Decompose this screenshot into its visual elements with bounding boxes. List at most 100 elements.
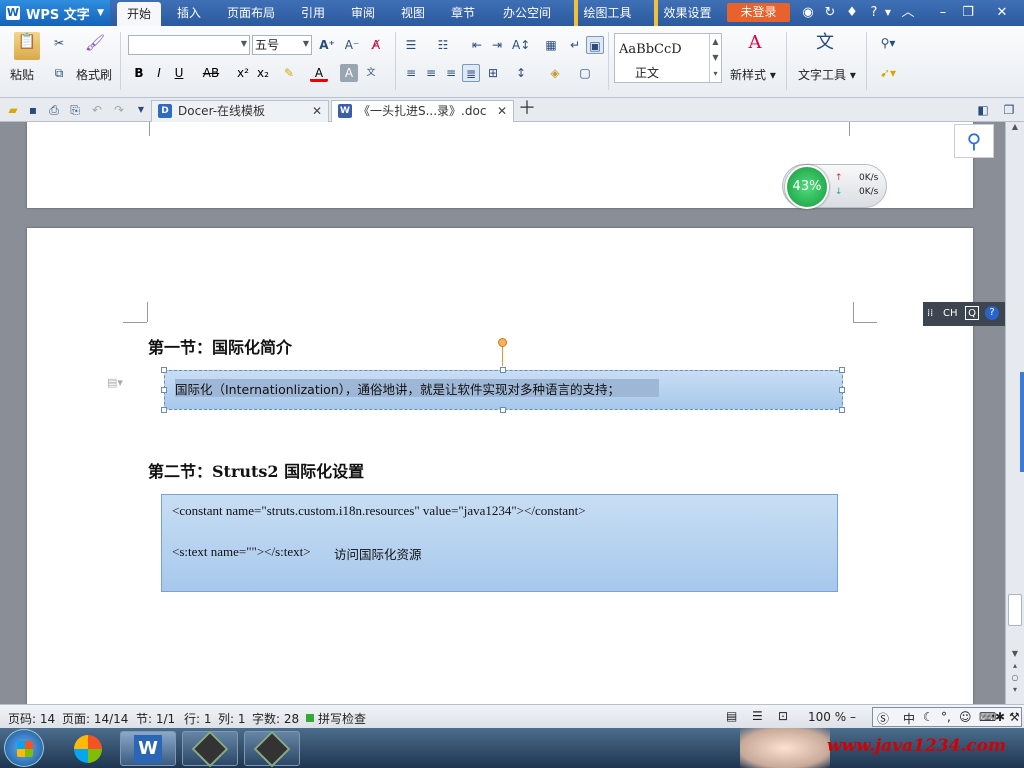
ime-mode-icon[interactable]: Q bbox=[965, 306, 979, 320]
undo-icon[interactable]: ↶ bbox=[88, 101, 106, 119]
skin-icon[interactable]: ♦ bbox=[844, 5, 860, 21]
paragraph-menu-icon[interactable]: ▤▾ bbox=[107, 376, 123, 389]
new-style-icon[interactable]: A bbox=[742, 34, 768, 60]
show-layout-icon[interactable]: ▣ bbox=[586, 36, 604, 54]
tab-view[interactable]: 视图 bbox=[396, 0, 430, 26]
new-tab-icon[interactable]: ＋ bbox=[518, 100, 536, 118]
print-icon[interactable]: ⎙ bbox=[45, 101, 63, 119]
web-view-icon[interactable]: ⊡ bbox=[778, 709, 788, 723]
decrease-indent-icon[interactable]: ⇤ bbox=[468, 36, 486, 54]
moon-icon[interactable]: ☾ bbox=[923, 710, 934, 724]
bold-icon[interactable]: B bbox=[130, 64, 148, 82]
collapse-ribbon-icon[interactable]: ︿ bbox=[900, 5, 916, 21]
tab-office-space[interactable]: 办公空间 bbox=[497, 0, 557, 26]
phonetic-icon[interactable]: 文 bbox=[362, 64, 380, 82]
start-button[interactable] bbox=[4, 729, 44, 767]
ime-language[interactable]: CH bbox=[943, 308, 958, 319]
bullet-list-icon[interactable]: ☰ bbox=[402, 36, 420, 54]
tab-list-icon[interactable]: ◧ bbox=[974, 101, 992, 119]
restore-tab-icon[interactable]: ❐ bbox=[1000, 101, 1018, 119]
wrench-icon[interactable]: ⚒ bbox=[1009, 710, 1020, 724]
print-preview-icon[interactable]: ⎘ bbox=[66, 101, 84, 119]
ime-toolbar[interactable]: ⁞⁞ CH Q ? bbox=[923, 302, 1005, 326]
open-icon[interactable]: ▰ bbox=[4, 101, 22, 119]
punctuation-icon[interactable]: °, bbox=[941, 710, 951, 724]
style-normal[interactable]: 正文 bbox=[635, 64, 659, 81]
resize-handle[interactable] bbox=[839, 387, 845, 393]
distribute-icon[interactable]: ⊞ bbox=[484, 64, 502, 82]
chevron-down-icon[interactable]: ▼ bbox=[880, 5, 896, 21]
login-button[interactable]: 未登录 bbox=[727, 3, 790, 22]
resize-handle[interactable] bbox=[839, 367, 845, 373]
highlight-icon[interactable]: ✎ bbox=[280, 64, 298, 82]
tab-review[interactable]: 审阅 bbox=[345, 0, 381, 26]
page-view-icon[interactable]: ▤ bbox=[726, 709, 737, 723]
resize-handle[interactable] bbox=[161, 387, 167, 393]
border-icon[interactable]: ▢ bbox=[576, 64, 594, 82]
tab-effect-settings[interactable]: 效果设置 bbox=[654, 0, 714, 26]
ime-chinese-icon[interactable]: 中 bbox=[903, 710, 915, 727]
tab-document[interactable]: W 《一头扎进S...录》.doc ✕ bbox=[331, 100, 514, 122]
zoom-out-icon[interactable]: – bbox=[850, 710, 856, 724]
spell-check-button[interactable]: 拼写检查 bbox=[318, 710, 366, 727]
style-gallery[interactable]: AaBbCcDc 正文 ▲▼▾ bbox=[614, 33, 722, 83]
redo-icon[interactable]: ↷ bbox=[110, 101, 128, 119]
format-painter-icon[interactable]: 🖌 bbox=[84, 34, 106, 56]
app-menu-button[interactable]: W WPS 文字 ▼ bbox=[0, 0, 110, 26]
font-name-select[interactable]: ▼ bbox=[128, 35, 250, 55]
vertical-scrollbar[interactable]: ▲ ▼ ▴ ○ ▾ bbox=[1005, 122, 1024, 704]
text-tool-icon[interactable]: 文 bbox=[812, 34, 838, 60]
outline-view-icon[interactable]: ☰ bbox=[752, 709, 763, 723]
paste-button[interactable]: 粘贴 bbox=[10, 66, 34, 83]
find-icon[interactable]: ⚲▾ bbox=[874, 34, 902, 52]
align-center-icon[interactable]: ≡ bbox=[422, 64, 440, 82]
taskbar-app-terminal[interactable] bbox=[182, 730, 238, 768]
text-tool-button[interactable]: 文字工具 ▾ bbox=[798, 66, 856, 83]
numbered-list-icon[interactable]: ☷ bbox=[434, 36, 452, 54]
grow-font-icon[interactable]: A⁺ bbox=[318, 36, 336, 54]
network-meter[interactable]: 43% ↑ ↓ 0K/s 0K/s bbox=[782, 164, 887, 209]
tab-reference[interactable]: 引用 bbox=[295, 0, 331, 26]
resize-handle[interactable] bbox=[500, 367, 506, 373]
style-scroll-icon[interactable]: ▲ ▼ ▾ bbox=[709, 34, 721, 82]
side-panel-handle[interactable] bbox=[1020, 372, 1024, 472]
close-tab-icon[interactable]: ✕ bbox=[497, 101, 507, 122]
status-word-count[interactable]: 字数: 28 bbox=[252, 710, 299, 727]
copy-icon[interactable]: ⧉ bbox=[50, 64, 68, 82]
font-color-icon[interactable]: A bbox=[310, 64, 328, 82]
taskbar-wps-writer[interactable]: W bbox=[120, 731, 176, 766]
subscript-icon[interactable]: x₂ bbox=[254, 64, 272, 82]
resize-handle[interactable] bbox=[839, 407, 845, 413]
increase-indent-icon[interactable]: ⇥ bbox=[488, 36, 506, 54]
paste-icon[interactable]: 📋 bbox=[14, 32, 40, 60]
clear-format-icon[interactable]: A̸ bbox=[367, 36, 385, 54]
tab-chapter[interactable]: 章节 bbox=[446, 0, 480, 26]
justify-icon[interactable]: ≣ bbox=[462, 64, 480, 82]
ime-status-bar[interactable]: Ⓢ 中 ☾ °, ☺ ⌨ ✱ ⚒ bbox=[872, 707, 1022, 727]
tab-start[interactable]: 开始 bbox=[117, 2, 161, 26]
location-pin-icon[interactable]: ⚲ bbox=[954, 124, 994, 158]
char-shading-icon[interactable]: A bbox=[340, 64, 358, 82]
scroll-thumb[interactable] bbox=[1008, 594, 1022, 626]
italic-icon[interactable]: I bbox=[150, 64, 168, 82]
restore-icon[interactable]: ❐ bbox=[960, 5, 976, 21]
table-icon[interactable]: ▦ bbox=[542, 36, 560, 54]
tab-insert[interactable]: 插入 bbox=[168, 0, 210, 26]
tab-page-layout[interactable]: 页面布局 bbox=[222, 0, 280, 26]
text-box-selected[interactable]: 国际化（Internationlization），通俗地讲，就是让软件实现对多种… bbox=[164, 370, 843, 410]
line-spacing-icon[interactable]: ↕ bbox=[512, 64, 530, 82]
align-right-icon[interactable]: ≡ bbox=[442, 64, 460, 82]
new-style-button[interactable]: 新样式 ▾ bbox=[730, 66, 776, 83]
tab-docer[interactable]: D Docer-在线模板 ✕ bbox=[151, 100, 329, 122]
select-icon[interactable]: ➹▾ bbox=[874, 64, 902, 82]
current-page[interactable]: 第一节：国际化简介 ▤▾ 国际化（Internationlization），通俗… bbox=[27, 228, 973, 704]
strikethrough-icon[interactable]: AB bbox=[198, 64, 224, 82]
close-icon[interactable]: ✕ bbox=[994, 5, 1010, 21]
resize-handle[interactable] bbox=[161, 407, 167, 413]
paragraph-mark-icon[interactable]: ↵ bbox=[566, 36, 584, 54]
close-tab-icon[interactable]: ✕ bbox=[312, 101, 322, 122]
save-icon[interactable]: ▪ bbox=[24, 101, 42, 119]
chevron-down-icon[interactable]: ▼ bbox=[132, 101, 150, 119]
text-direction-icon[interactable]: A↕ bbox=[512, 36, 530, 54]
ime-help-icon[interactable]: ? bbox=[985, 306, 999, 320]
